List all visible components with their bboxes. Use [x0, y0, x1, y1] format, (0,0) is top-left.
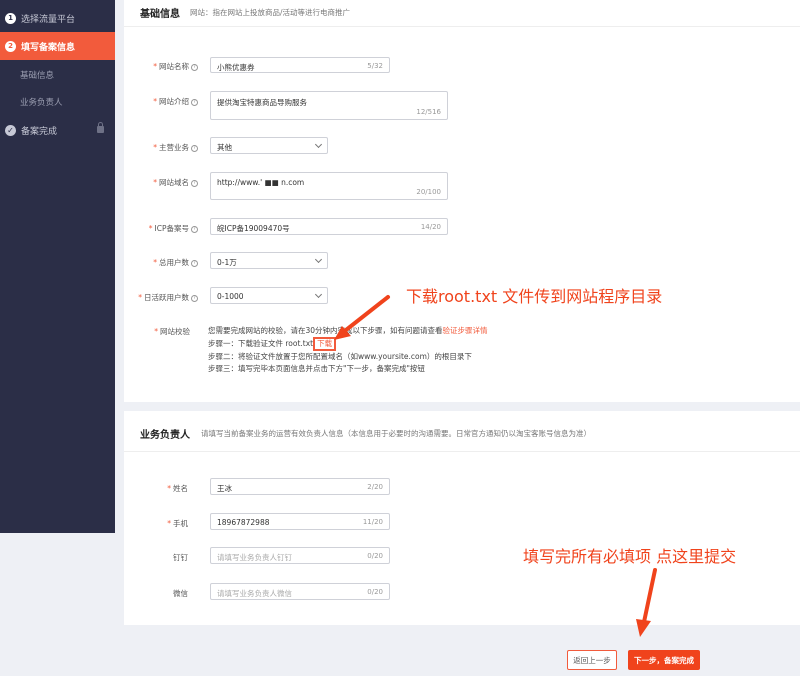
arrow-to-submit-icon — [636, 568, 657, 637]
annotation-arrows — [334, 295, 657, 637]
arrow-to-download-icon — [334, 295, 390, 340]
